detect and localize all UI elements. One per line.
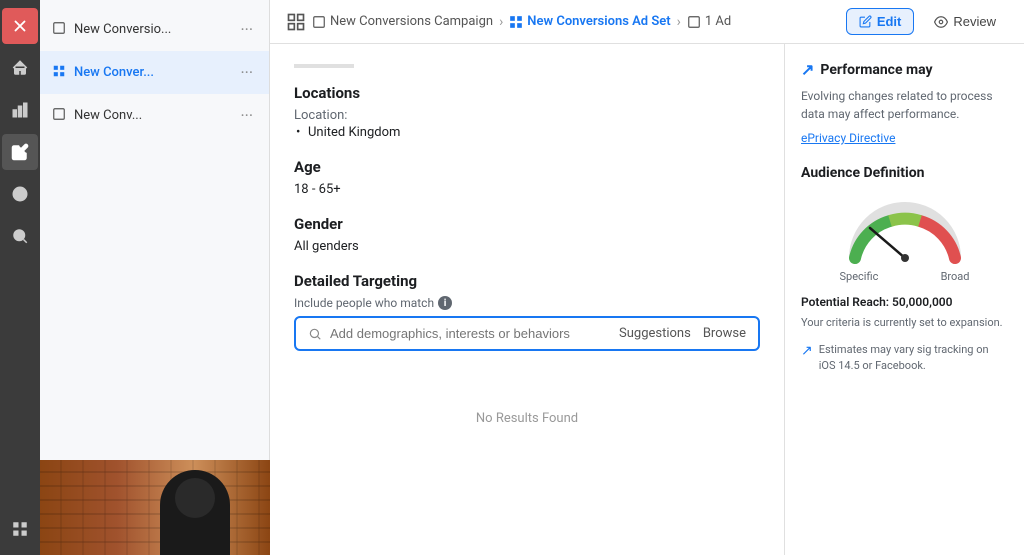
ad-icon: [52, 107, 66, 125]
edit-pencil-icon: [859, 15, 872, 28]
grid-icon[interactable]: [2, 511, 38, 547]
page-toggle-icon: [286, 12, 306, 32]
reach-sub: Your criteria is currently set to expans…: [801, 315, 1008, 332]
review-button[interactable]: Review: [922, 9, 1008, 34]
breadcrumb-sep-1: ›: [499, 14, 503, 30]
targeting-search-box[interactable]: Suggestions Browse: [294, 316, 760, 351]
breadcrumb-ad-label: 1 Ad: [705, 14, 731, 29]
potential-reach: Potential Reach: 50,000,000: [801, 295, 1008, 309]
performance-card: ↗ Performance may Evolving changes relat…: [801, 60, 1008, 145]
performance-body: Evolving changes related to process data…: [801, 87, 1008, 123]
campaign-more-icon[interactable]: ···: [236, 18, 257, 41]
targeting-section: Detailed Targeting Include people who ma…: [294, 272, 760, 426]
magnify-icon[interactable]: [2, 218, 38, 254]
campaign-label: New Conversio...: [74, 22, 236, 37]
breadcrumb-campaign[interactable]: New Conversions Campaign: [312, 14, 493, 29]
review-label: Review: [953, 14, 996, 29]
campaign-nav-panel: New Conversio... ··· New Conver... ··· N…: [40, 0, 270, 555]
targeting-include-text: Include people who match: [294, 296, 434, 310]
targeting-include-label: Include people who match i: [294, 296, 760, 310]
top-bar: New Conversions Campaign › New Conversio…: [270, 0, 1024, 44]
breadcrumb-campaign-label: New Conversions Campaign: [330, 14, 493, 29]
edit-button[interactable]: Edit: [846, 8, 915, 35]
locations-label: Location:: [294, 108, 760, 123]
breadcrumb-sep-2: ›: [677, 14, 681, 30]
nav-item-adset[interactable]: New Conver... ···: [40, 51, 269, 94]
ad-breadcrumb-icon: [687, 15, 701, 29]
adset-label: New Conver...: [74, 65, 236, 80]
location-value: United Kingdom: [294, 125, 760, 140]
breadcrumb-item-page-toggle[interactable]: [286, 12, 306, 32]
sidebar-icons-panel: [0, 0, 40, 555]
bottom-image-area: [40, 460, 270, 555]
targeting-search-input[interactable]: [330, 326, 611, 341]
ad-label: New Conv...: [74, 108, 236, 123]
nav-item-campaign[interactable]: New Conversio... ···: [40, 8, 269, 51]
edit-label: Edit: [877, 14, 902, 29]
adset-more-icon[interactable]: ···: [236, 61, 257, 84]
eprivacy-link[interactable]: ePrivacy Directive: [801, 131, 1008, 145]
breadcrumb-adset-label: New Conversions Ad Set: [527, 14, 670, 29]
breadcrumb-adset[interactable]: New Conversions Ad Set: [509, 14, 670, 29]
performance-title-text: Performance may: [820, 62, 932, 78]
scroll-indicator: [294, 64, 354, 68]
gauge-labels: Specific Broad: [840, 270, 970, 283]
gender-section: Gender All genders: [294, 215, 760, 254]
estimates-text: Estimates may vary sig tracking on iOS 1…: [819, 342, 1008, 375]
targeting-title: Detailed Targeting: [294, 272, 760, 290]
search-actions: Suggestions Browse: [619, 326, 746, 341]
gender-value: All genders: [294, 239, 760, 254]
gauge-specific-label: Specific: [840, 270, 879, 283]
performance-icon: ↗: [801, 60, 814, 79]
right-sidebar: ↗ Performance may Evolving changes relat…: [784, 44, 1024, 555]
pencil-icon[interactable]: [2, 134, 38, 170]
adset-icon: [52, 64, 66, 82]
age-value: 18 - 65+: [294, 182, 760, 197]
gauge-container: Specific Broad: [801, 193, 1008, 283]
content-body: Locations Location: United Kingdom Age 1…: [270, 44, 1024, 555]
audience-title: Audience Definition: [801, 165, 1008, 181]
age-section: Age 18 - 65+: [294, 158, 760, 197]
arrow-area: Suggestions Browse: [294, 316, 760, 351]
search-input-icon: [308, 327, 322, 341]
main-content-area: New Conversions Campaign › New Conversio…: [270, 0, 1024, 555]
ad-more-icon[interactable]: ···: [236, 104, 257, 127]
performance-title: ↗ Performance may: [801, 60, 1008, 79]
campaign-icon: [52, 21, 66, 39]
browse-button[interactable]: Browse: [703, 326, 746, 341]
locations-title: Locations: [294, 84, 760, 102]
campaign-breadcrumb-icon: [312, 15, 326, 29]
estimates-row: ↗ Estimates may vary sig tracking on iOS…: [801, 342, 1008, 375]
home-icon[interactable]: [2, 50, 38, 86]
clock-icon[interactable]: [2, 176, 38, 212]
detail-panel: Locations Location: United Kingdom Age 1…: [270, 44, 784, 555]
close-icon[interactable]: [2, 8, 38, 44]
chart-icon[interactable]: [2, 92, 38, 128]
review-eye-icon: [934, 15, 948, 29]
breadcrumb-ad[interactable]: 1 Ad: [687, 14, 731, 29]
locations-section: Locations Location: United Kingdom: [294, 84, 760, 140]
gauge-broad-label: Broad: [941, 270, 970, 283]
no-results-text: No Results Found: [294, 411, 760, 426]
age-title: Age: [294, 158, 760, 176]
nav-item-ad[interactable]: New Conv... ···: [40, 94, 269, 137]
suggestions-button[interactable]: Suggestions: [619, 326, 691, 341]
audience-card: Audience Definition: [801, 165, 1008, 375]
top-bar-actions: Edit Review: [846, 8, 1008, 35]
info-icon[interactable]: i: [438, 296, 452, 310]
estimates-icon: ↗: [801, 343, 813, 359]
adset-breadcrumb-icon: [509, 15, 523, 29]
gender-title: Gender: [294, 215, 760, 233]
gauge-chart: [840, 193, 970, 268]
